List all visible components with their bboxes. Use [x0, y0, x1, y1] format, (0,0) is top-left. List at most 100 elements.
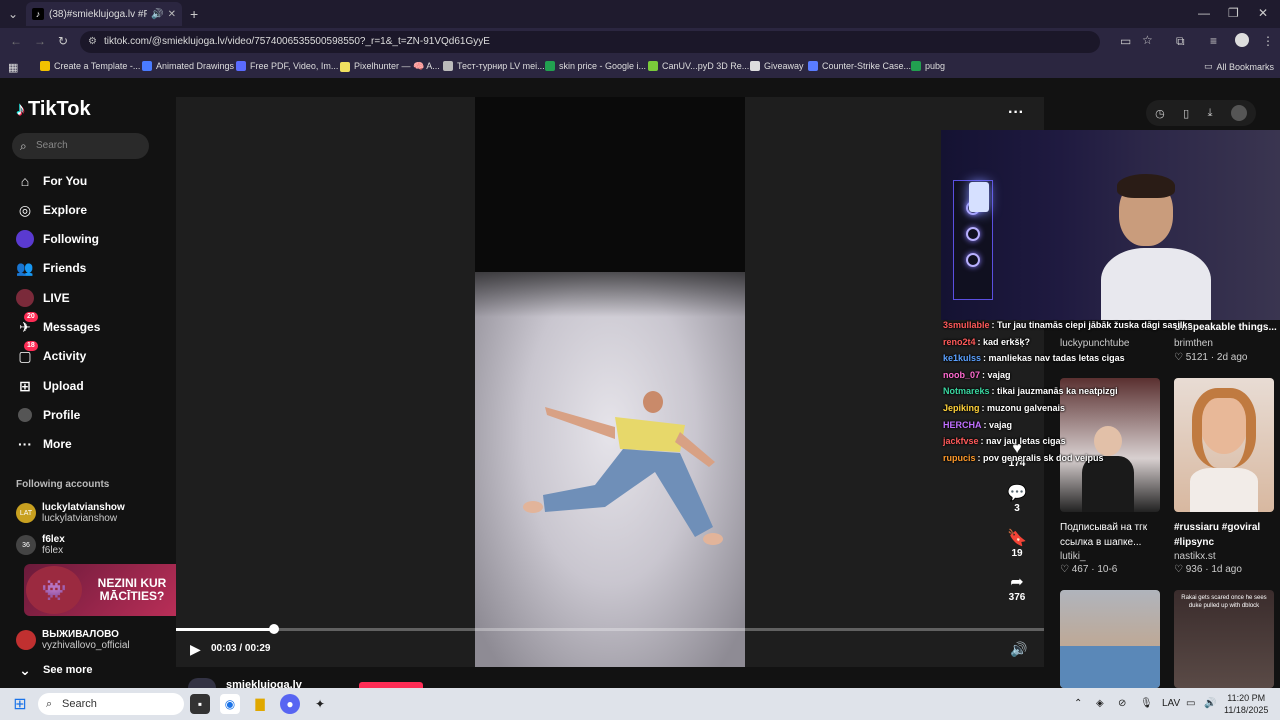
device-icon[interactable]: ▯ — [1183, 107, 1189, 120]
tiktok-logo[interactable]: ♪ TikTok — [16, 98, 91, 121]
user-avatar[interactable] — [1230, 105, 1247, 121]
more-options-icon[interactable]: ··· — [1008, 104, 1024, 122]
apps-grid-icon[interactable]: ▦ — [8, 61, 18, 74]
bookmark-item[interactable]: Тест-турнир LV mei... — [443, 61, 545, 71]
video-card-author[interactable]: nastikx.st — [1174, 551, 1216, 562]
video-card-author[interactable]: lutiki_ — [1060, 551, 1086, 562]
bookmark-item[interactable]: Create a Template -... — [40, 61, 140, 71]
video-frame[interactable] — [475, 97, 745, 667]
nav-more[interactable]: ··· More — [16, 434, 72, 454]
see-more-link[interactable]: ⌄ See more — [16, 660, 92, 680]
nav-for-you[interactable]: ⌂ For You — [16, 171, 87, 191]
bookmark-item[interactable]: Animated Drawings — [142, 61, 234, 71]
reload-icon[interactable]: ↻ — [58, 34, 68, 48]
video-card-author[interactable]: brimthen — [1174, 338, 1213, 349]
tray-app-icon[interactable]: ◈ — [1096, 698, 1104, 709]
chat-message: noob_07: vajag — [943, 370, 1011, 380]
tray-app-icon[interactable]: ⊘ — [1118, 698, 1126, 709]
bookmark-item[interactable]: skin price - Google i... — [545, 61, 646, 71]
back-icon[interactable]: ← — [10, 34, 22, 48]
video-thumbnail[interactable]: Rakai gets scared once he sees duke pull… — [1174, 590, 1274, 688]
cast-icon[interactable]: ▭ — [1120, 34, 1131, 48]
chat-text: : nav jau letas cigas — [980, 436, 1066, 447]
chat-message: reno2t4: kad erkšķ? — [943, 337, 1030, 347]
chat-message: HERCHA: vajag — [943, 420, 1012, 430]
network-icon[interactable]: ▭ — [1186, 698, 1195, 709]
nav-activity[interactable]: ▢ 18 Activity — [16, 341, 86, 366]
all-bookmarks[interactable]: ▭ All Bookmarks — [1204, 61, 1274, 72]
download-icon[interactable]: ⤓ — [1208, 107, 1213, 120]
close-tab-icon[interactable]: ✕ — [168, 9, 176, 20]
bookmark-item[interactable]: Free PDF, Video, Im... — [236, 61, 338, 71]
new-tab-icon[interactable]: + — [190, 6, 198, 22]
bookmark-item[interactable]: Pixelhunter — 🧠 A... — [340, 61, 440, 72]
nav-upload[interactable]: ⊞ Upload — [16, 376, 84, 396]
following-account[interactable]: ВЫЖИВАЛОВО vyzhivallovo_official — [16, 629, 130, 651]
channel-name[interactable]: smieklujoga.lv — [226, 679, 302, 688]
progress-knob[interactable] — [269, 624, 279, 634]
site-info-icon[interactable]: ⚙ — [88, 31, 97, 53]
speaker-icon[interactable]: 🔊 — [151, 9, 163, 20]
promo-banner[interactable]: 👾 NEZINI KUR MĀCĪTIES? — [24, 564, 194, 616]
video-card-title[interactable]: Подписывай на тгк ссылка в шапке... — [1060, 520, 1168, 550]
browser-tab[interactable]: ♪ (38)#smieklujoga.lv #Pirm... 🔊 ✕ — [26, 2, 182, 26]
tray-chevron-icon[interactable]: ⌃ — [1074, 698, 1082, 709]
media-icon[interactable]: ≡ — [1210, 34, 1217, 48]
video-thumbnail[interactable] — [1174, 378, 1274, 512]
nav-following[interactable]: Following — [16, 229, 99, 249]
clock-icon[interactable]: ◷ — [1155, 107, 1165, 120]
chat-text: : manliekas nav tadas letas cigas — [983, 353, 1125, 364]
following-icon — [16, 230, 34, 248]
following-account[interactable]: 36 f6lex f6lex — [16, 534, 65, 556]
streamer-webcam — [941, 130, 1280, 320]
nav-friends[interactable]: 👥 Friends — [16, 258, 86, 278]
minimize-icon[interactable]: — — [1198, 6, 1210, 20]
search-input[interactable]: ⌕ Search — [12, 133, 149, 159]
bookmark-item[interactable]: CanUV...pyD 3D Re... — [648, 61, 749, 71]
video-card-title[interactable]: #russiaru #goviral #lipsync — [1174, 520, 1278, 550]
video-thumbnail[interactable] — [1060, 590, 1160, 688]
windows-start-icon[interactable]: ⊞ — [10, 694, 30, 714]
nav-messages[interactable]: ✈ 20 Messages — [16, 312, 100, 337]
video-thumbnail[interactable] — [1060, 378, 1160, 512]
mascot-icon: 👾 — [26, 566, 82, 614]
microphone-icon[interactable]: 🎙 — [1140, 698, 1153, 709]
system-clock[interactable]: 11:20 PM 11/18/2025 — [1224, 692, 1268, 716]
menu-icon[interactable]: ⋮ — [1262, 34, 1274, 48]
video-time: 00:03 / 00:29 — [211, 643, 271, 654]
language-indicator[interactable]: LAV — [1162, 698, 1180, 709]
comment-action[interactable]: 💬 3 — [1004, 485, 1030, 514]
share-action[interactable]: ➦ 376 — [1004, 574, 1030, 603]
restore-icon[interactable]: ❐ — [1228, 6, 1239, 20]
following-account[interactable]: LAT luckylatvianshow luckylatvianshow — [16, 502, 125, 524]
chat-message: rupucis: pov generalis sk dod veipus — [943, 453, 1104, 463]
bookmark-item[interactable]: Counter-Strike Case... — [808, 61, 911, 71]
file-explorer-icon[interactable]: ▇ — [250, 694, 270, 714]
task-view-icon[interactable]: ▪ — [190, 694, 210, 714]
nav-live[interactable]: LIVE — [16, 288, 70, 308]
progress-track[interactable] — [176, 628, 1044, 631]
url-field[interactable]: ⚙ tiktok.com/@smieklujoga.lv/video/75740… — [80, 31, 1100, 53]
live-icon — [16, 289, 34, 307]
taskbar-search[interactable]: ⌕ Search — [38, 693, 184, 715]
close-window-icon[interactable]: ✕ — [1258, 6, 1268, 20]
bookmark-item[interactable]: pubg — [911, 61, 945, 71]
extensions-icon[interactable]: ⧉ — [1176, 34, 1185, 49]
chrome-icon[interactable]: ◉ — [220, 694, 240, 714]
profile-avatar[interactable] — [1235, 33, 1249, 47]
bookmark-action[interactable]: 🔖 19 — [1004, 530, 1030, 559]
bookmark-item[interactable]: Giveaway — [750, 61, 804, 71]
chat-message: 3smullable: Tur jau tinamās ciepi jābāk … — [943, 320, 1192, 330]
channel-avatar[interactable] — [188, 678, 216, 688]
star-icon[interactable]: ☆ — [1142, 33, 1153, 47]
video-card-author[interactable]: luckypunchtube — [1060, 338, 1130, 349]
nav-profile[interactable]: Profile — [16, 405, 80, 425]
app-icon[interactable]: ✦ — [310, 694, 330, 714]
forward-icon[interactable]: → — [34, 34, 46, 48]
volume-icon[interactable]: 🔊 — [1204, 698, 1216, 709]
discord-icon[interactable]: ● — [280, 694, 300, 714]
nav-explore[interactable]: ◎ Explore — [16, 200, 87, 220]
play-icon[interactable]: ▶ — [190, 641, 201, 658]
tab-search-icon[interactable]: ⌄ — [8, 7, 18, 21]
volume-icon[interactable]: 🔊 — [1010, 641, 1027, 658]
